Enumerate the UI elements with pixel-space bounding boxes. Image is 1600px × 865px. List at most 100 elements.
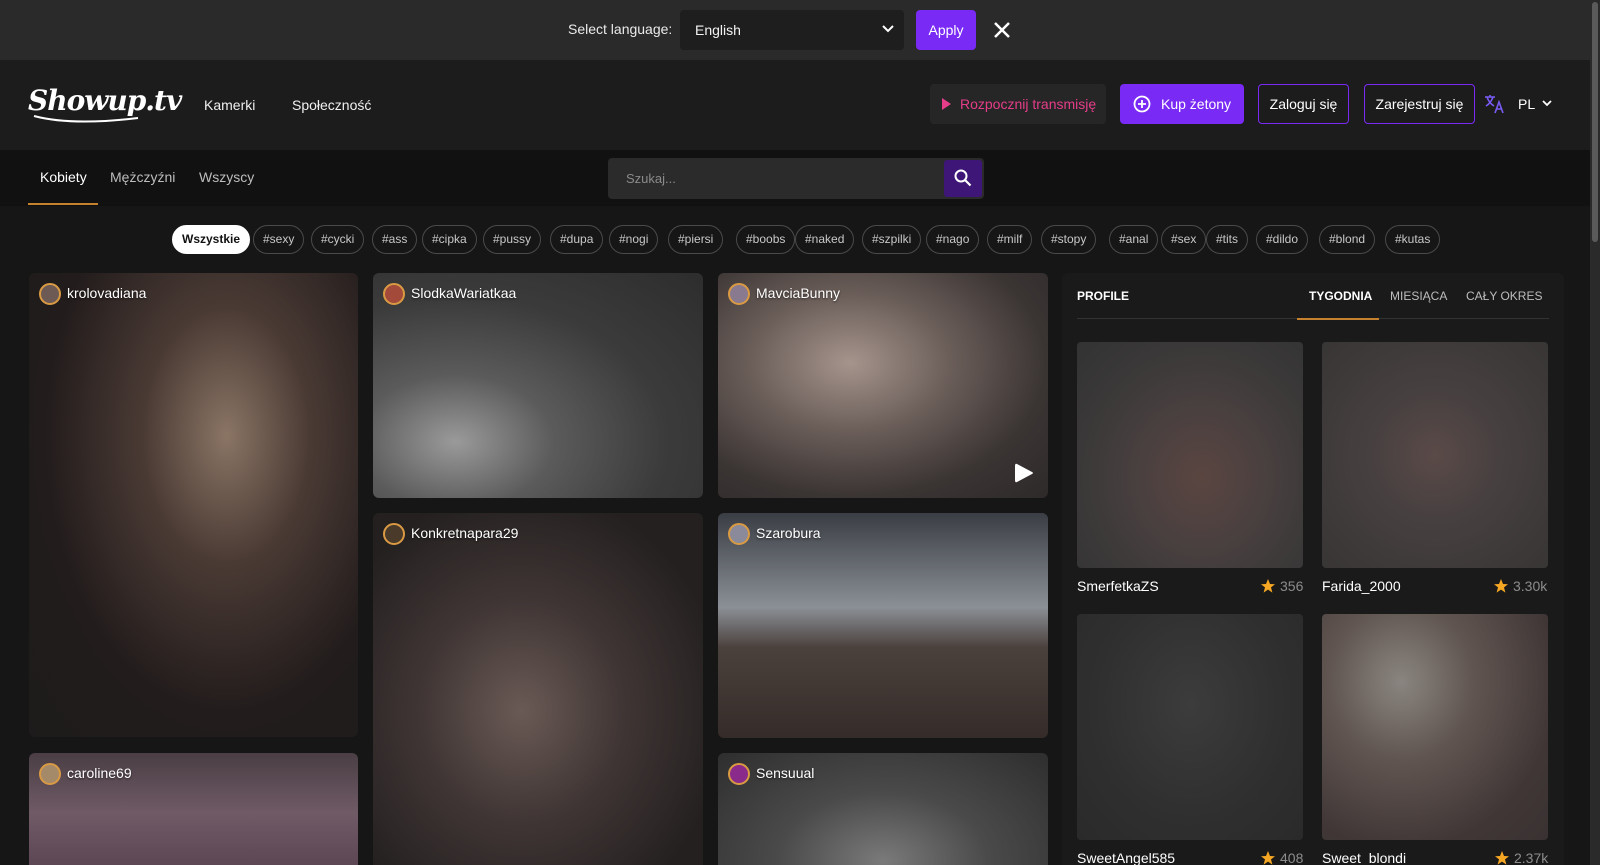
stream-username: caroline69 — [67, 765, 132, 781]
tag-pill[interactable]: #kutas — [1385, 225, 1441, 254]
tag-pill[interactable]: #cipka — [422, 225, 477, 254]
language-select-value: English — [695, 22, 741, 38]
star-icon — [1261, 579, 1275, 593]
stream-card[interactable]: Szarobura — [718, 513, 1048, 738]
page-scrollbar[interactable] — [1590, 0, 1600, 865]
avatar — [728, 523, 750, 545]
tag-pill[interactable]: #pussy — [483, 225, 542, 254]
tag-pill[interactable]: #tits — [1206, 225, 1249, 254]
tag-pill[interactable]: #sex — [1161, 225, 1207, 254]
tag-pill[interactable]: #piersi — [668, 225, 724, 254]
avatar — [39, 763, 61, 785]
logo-swoosh-icon — [33, 115, 139, 123]
star-icon — [1261, 851, 1275, 865]
search-input[interactable] — [608, 158, 944, 199]
chevron-down-icon[interactable] — [1542, 100, 1552, 107]
register-button[interactable]: Zarejestruj się — [1364, 84, 1475, 124]
stream-card[interactable]: krolovadiana — [29, 273, 358, 737]
language-code[interactable]: PL — [1518, 96, 1535, 112]
start-stream-label: Rozpocznij transmisję — [960, 96, 1097, 112]
register-label: Zarejestruj się — [1375, 96, 1464, 112]
search-icon — [954, 169, 972, 187]
profile-thumbnail[interactable] — [1077, 614, 1303, 840]
stream-username: Szarobura — [756, 525, 821, 541]
avatar — [383, 283, 405, 305]
tag-pill[interactable]: #boobs — [736, 225, 796, 254]
profile-thumbnail[interactable] — [1322, 614, 1548, 840]
plus-circle-icon — [1133, 95, 1151, 113]
profile-score: 408 — [1280, 850, 1304, 865]
panel-title: PROFILE — [1077, 289, 1130, 303]
profile-name[interactable]: SmerfetkaZS — [1077, 578, 1159, 594]
site-logo[interactable]: Showup.tv — [28, 82, 182, 126]
login-label: Zaloguj się — [1269, 96, 1338, 112]
profile-thumbnail[interactable] — [1077, 342, 1303, 568]
tag-pill[interactable]: #ass — [372, 225, 418, 254]
tag-pill[interactable]: #blond — [1319, 225, 1376, 254]
language-select[interactable]: English — [680, 10, 904, 50]
tag-pill[interactable]: #dildo — [1256, 225, 1309, 254]
profile-score: 356 — [1280, 578, 1304, 594]
stream-username: krolovadiana — [67, 285, 147, 301]
profile-name[interactable]: Farida_2000 — [1322, 578, 1401, 594]
language-bar: Select language: English Apply — [0, 0, 1600, 60]
star-icon — [1495, 851, 1509, 865]
stream-card[interactable]: caroline69 — [29, 753, 358, 865]
tag-all[interactable]: Wszystkie — [172, 225, 251, 254]
profile-name[interactable]: Sweet_blondi — [1322, 850, 1406, 865]
stream-card[interactable]: SlodkaWariatkaa — [373, 273, 703, 498]
profile-score: 3.30k — [1513, 578, 1548, 594]
close-icon[interactable] — [992, 20, 1012, 40]
stream-card[interactable]: Sensuual — [718, 753, 1048, 865]
play-icon[interactable] — [1014, 462, 1034, 484]
tab-caly-okres[interactable]: CAŁY OKRES — [1466, 289, 1542, 303]
tag-pill[interactable]: #nago — [926, 225, 980, 254]
buy-tokens-label: Kup żetony — [1161, 96, 1232, 112]
login-button[interactable]: Zaloguj się — [1258, 84, 1349, 124]
language-label: Select language: — [568, 21, 673, 37]
tag-pill[interactable]: #dupa — [550, 225, 604, 254]
tag-pill[interactable]: #nogi — [609, 225, 659, 254]
apply-button[interactable]: Apply — [916, 10, 976, 50]
stream-card[interactable]: MavciaBunny — [718, 273, 1048, 498]
tag-pill[interactable]: #sexy — [253, 225, 305, 254]
tag-pill[interactable]: #szpilki — [862, 225, 922, 254]
tab-active-underline — [1297, 318, 1379, 320]
tab-tygodnia[interactable]: TYGODNIA — [1309, 289, 1372, 303]
avatar — [383, 523, 405, 545]
category-bar: Kobiety Mężczyźni Wszyscy — [0, 150, 1600, 206]
site-header: Showup.tv Kamerki Społeczność Rozpocznij… — [0, 60, 1600, 150]
nav-kamerki[interactable]: Kamerki — [204, 97, 255, 113]
translate-icon[interactable] — [1484, 94, 1506, 114]
avatar — [728, 763, 750, 785]
stream-username: Sensuual — [756, 765, 815, 781]
play-icon — [942, 98, 951, 110]
profile-score: 2.37k — [1514, 850, 1549, 865]
tag-pill[interactable]: #cycki — [311, 225, 365, 254]
profile-name[interactable]: SweetAngel585 — [1077, 850, 1175, 865]
tag-pill[interactable]: #milf — [987, 225, 1033, 254]
search-button[interactable] — [944, 160, 982, 197]
start-stream-button[interactable]: Rozpocznij transmisję — [930, 84, 1106, 124]
tag-pill[interactable]: #anal — [1109, 225, 1159, 254]
category-kobiety[interactable]: Kobiety — [40, 169, 87, 185]
star-icon — [1494, 579, 1508, 593]
stream-username: MavciaBunny — [756, 285, 841, 301]
buy-tokens-button[interactable]: Kup żetony — [1120, 84, 1244, 124]
avatar — [39, 283, 61, 305]
search-box — [608, 158, 984, 199]
profile-thumbnail[interactable] — [1322, 342, 1548, 568]
tag-pill[interactable]: #naked — [795, 225, 855, 254]
stream-card[interactable]: Konkretnapara29 — [373, 513, 703, 865]
tab-miesiaca[interactable]: MIESIĄCA — [1390, 289, 1447, 303]
scrollbar-thumb[interactable] — [1592, 2, 1598, 242]
stream-username: SlodkaWariatkaa — [411, 285, 517, 301]
avatar — [728, 283, 750, 305]
category-wszyscy[interactable]: Wszyscy — [199, 169, 254, 185]
category-mezczyzni[interactable]: Mężczyźni — [110, 169, 175, 185]
nav-spolecznosc[interactable]: Społeczność — [292, 97, 371, 113]
tag-pill[interactable]: #stopy — [1041, 225, 1097, 254]
category-active-underline — [28, 203, 98, 205]
chevron-down-icon — [882, 25, 894, 33]
stream-username: Konkretnapara29 — [411, 525, 519, 541]
